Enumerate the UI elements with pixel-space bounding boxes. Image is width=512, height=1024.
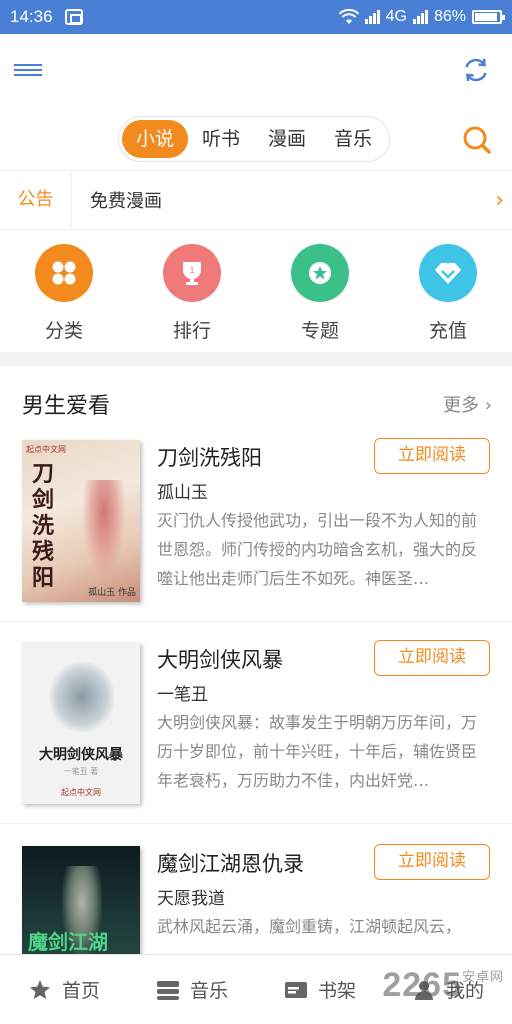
refresh-icon[interactable] [462,56,490,84]
category-classify[interactable]: 分类 [0,238,128,348]
book-title[interactable]: 大明剑侠风暴 [157,644,283,674]
search-icon[interactable] [462,125,492,155]
diamond-icon [419,244,477,302]
notice-bar[interactable]: 公告 免费漫画 › [0,170,512,230]
book-author: 孤山玉 [157,483,208,503]
bookshelf-icon [284,981,307,998]
category-label: 分类 [44,320,83,342]
signal-icon-2 [412,10,428,24]
star-icon [29,979,50,999]
status-time: 14:36 [10,7,53,26]
section-divider [0,352,512,366]
read-now-button[interactable]: 立即阅读 [374,640,490,676]
book-item[interactable]: 大明剑侠风暴 一笔丑 著 起点中文网 大明剑侠风暴 一笔丑 大明剑侠风暴：故事发… [0,624,512,824]
book-cover[interactable]: 起点中文网 刀剑洗残阳 孤山玉 作品 [22,440,140,602]
signal-icon [364,10,380,24]
cover-publisher: 起点中文网 [61,788,101,797]
book-description: 灭门仇人传授他武功，引出一段不为人知的前世恩怨。师门传授的内功暗含玄机，强大的反… [157,511,478,588]
more-link[interactable]: 更多 › [443,391,492,417]
nav-home[interactable]: 首页 [0,976,128,1003]
book-author: 一笔丑 [157,685,208,705]
nav-label: 音乐 [189,980,228,1002]
grid-icon [35,244,93,302]
trophy-icon: 1 [163,244,221,302]
network-type: 4G [385,8,407,25]
cover-title: 大明剑侠风暴 [39,747,123,763]
chevron-right-icon: › [495,187,504,213]
book-description: 大明剑侠风暴：故事发生于明朝万历年间，万历十岁即位，前十年兴旺，十年后，辅佐贤臣… [157,713,478,790]
category-label: 排行 [172,320,211,342]
cover-author-signature: 孤山玉 作品 [88,588,136,598]
book-cover[interactable]: 大明剑侠风暴 一笔丑 著 起点中文网 [22,642,140,804]
book-author: 天愿我道 [157,889,225,909]
cover-title: 魔剑江湖 [28,930,108,954]
notice-tag: 公告 [0,170,72,230]
category-recharge[interactable]: 充值 [384,238,512,348]
status-bar: 14:36 4G 86% [0,0,512,34]
read-now-button[interactable]: 立即阅读 [374,438,490,474]
scan-icon [64,9,83,25]
nav-label: 书架 [317,980,356,1002]
battery-level: 86% [433,8,466,25]
svg-text:1: 1 [189,265,194,275]
watermark: 2265安卓网 [382,966,504,1004]
category-row: 分类 1 排行 专题 充值 [0,238,512,348]
star-icon [291,244,349,302]
music-icon [156,980,179,1000]
category-topic[interactable]: 专题 [256,238,384,348]
section-title: 男生爱看 [22,394,111,419]
cover-title: 刀剑洗残阳 [32,462,55,591]
read-now-button[interactable]: 立即阅读 [374,844,490,880]
tab-novel[interactable]: 小说 [122,120,188,158]
book-title[interactable]: 刀剑洗残阳 [157,442,262,472]
nav-label: 首页 [61,980,100,1002]
category-label: 充值 [428,320,467,342]
category-label: 专题 [300,320,339,342]
battery-icon [472,10,505,24]
content-type-tabs: 小说 听书 漫画 音乐 [118,116,390,162]
category-ranking[interactable]: 1 排行 [128,238,256,348]
notice-text: 免费漫画 [90,191,162,212]
nav-bookshelf[interactable]: 书架 [256,976,384,1003]
tab-music[interactable]: 音乐 [320,120,386,158]
wifi-icon [338,9,359,24]
menu-icon[interactable] [14,64,42,78]
nav-music[interactable]: 音乐 [128,976,256,1003]
cover-publisher: 起点中文网 [26,445,66,454]
tab-comic[interactable]: 漫画 [254,120,320,158]
book-title[interactable]: 魔剑江湖恩仇录 [157,848,304,878]
book-item[interactable]: 起点中文网 刀剑洗残阳 孤山玉 作品 刀剑洗残阳 孤山玉 灭门仇人传授他武功，引… [0,422,512,622]
cover-author-signature: 一笔丑 著 [63,767,99,776]
tab-audiobook[interactable]: 听书 [188,120,254,158]
